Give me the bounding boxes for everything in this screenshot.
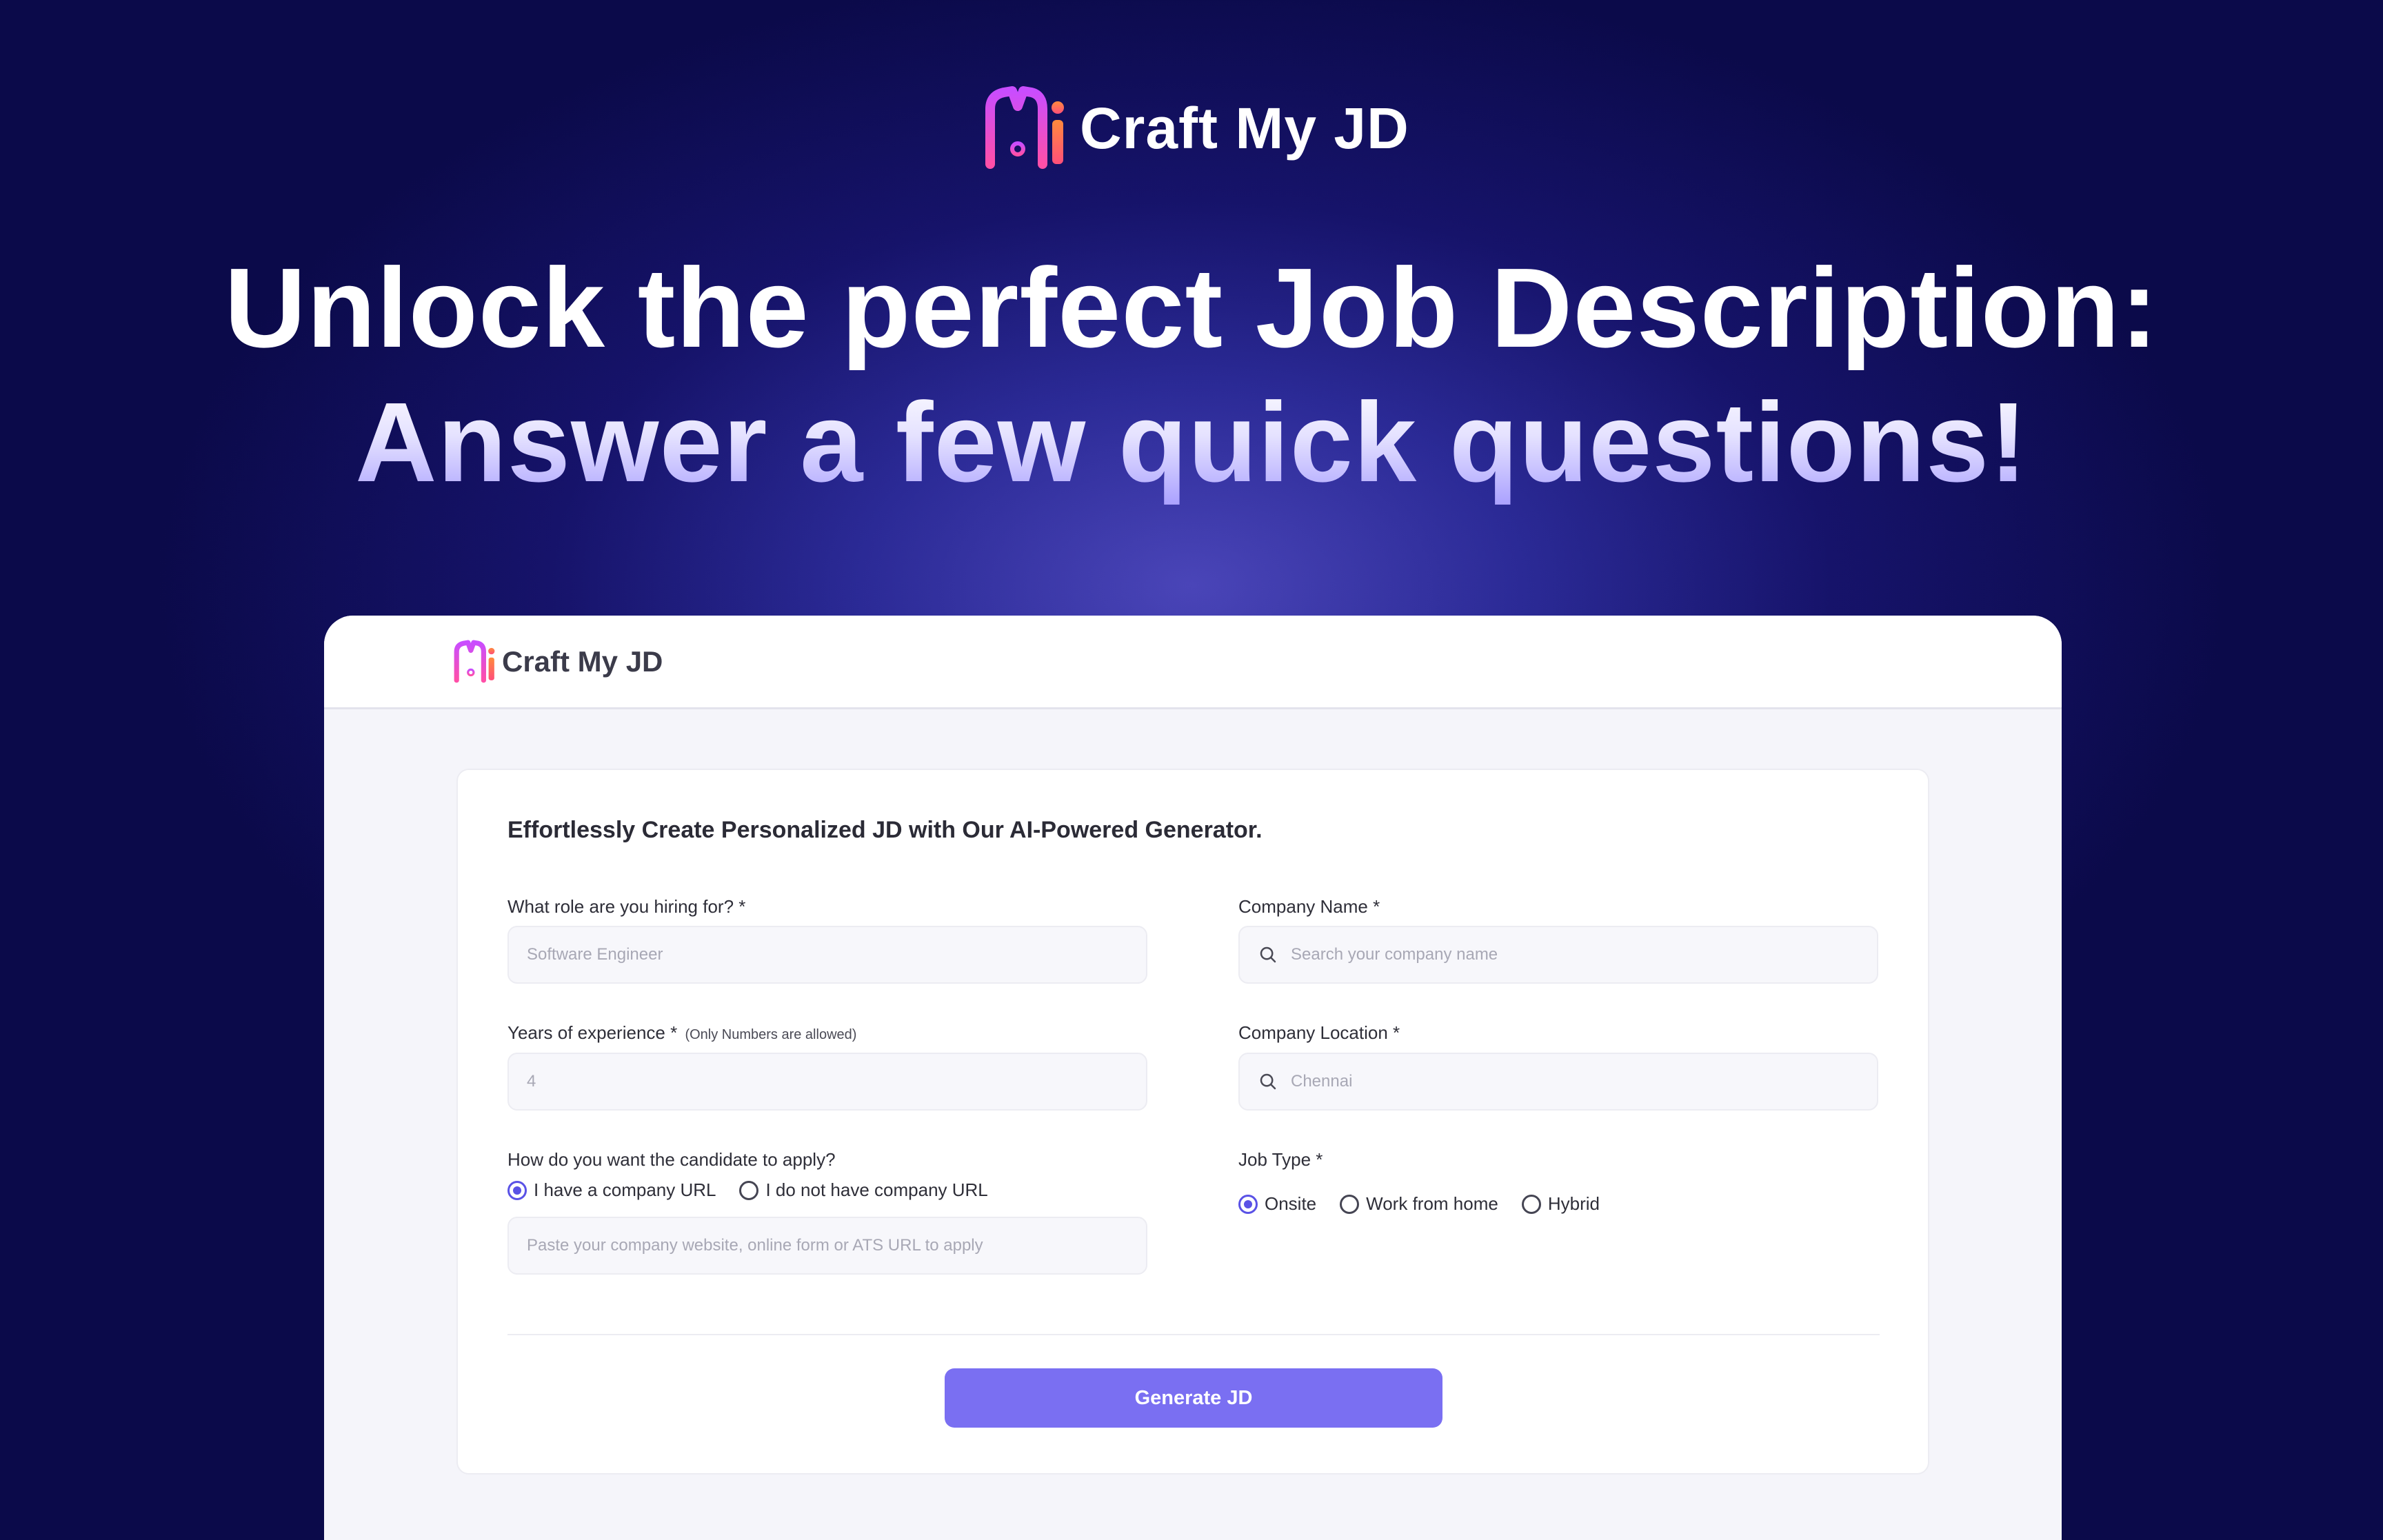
role-placeholder: Software Engineer — [527, 945, 663, 964]
apply-method-label: How do you want the candidate to apply? — [507, 1149, 836, 1170]
hero-logo: Craft My JD — [985, 81, 1409, 175]
company-location-placeholder: Chennai — [1291, 1072, 1353, 1091]
radio-checked[interactable] — [1238, 1194, 1258, 1214]
radio-unchecked[interactable] — [1521, 1194, 1541, 1214]
experience-label: Years of experience * (Only Numbers are … — [507, 1022, 856, 1044]
job-type-option-hybrid[interactable]: Hybrid — [1521, 1193, 1600, 1215]
apply-option-label: I have a company URL — [534, 1179, 716, 1200]
company-name-placeholder: Search your company name — [1291, 945, 1498, 964]
apply-url-input[interactable]: Paste your company website, online form … — [507, 1217, 1147, 1275]
job-type-option-onsite[interactable]: Onsite — [1238, 1193, 1316, 1215]
role-label: What role are you hiring for? * — [507, 896, 746, 917]
hero-brand-name: Craft My JD — [1080, 95, 1409, 161]
headline-line-1: Unlock the perfect Job Description: — [224, 245, 2159, 371]
app-header: Craft My JD — [324, 616, 2062, 709]
app-window: Craft My JD Effortlessly Create Personal… — [324, 616, 2062, 1540]
job-type-option-label: Work from home — [1366, 1193, 1498, 1214]
radio-unchecked[interactable] — [739, 1180, 759, 1200]
apply-option-no-company-url[interactable]: I do not have company URL — [739, 1179, 988, 1201]
job-type-radio-group: Onsite Work from home Hybrid — [1238, 1193, 1623, 1215]
apply-option-label: I do not have company URL — [765, 1179, 988, 1200]
company-location-search-input[interactable]: Chennai — [1238, 1053, 1878, 1111]
job-type-label: Job Type * — [1238, 1149, 1323, 1170]
experience-placeholder: 4 — [527, 1072, 536, 1091]
hero-headline: Unlock the perfect Job Description: Answ… — [0, 243, 2383, 511]
mi-logo-icon[interactable] — [454, 639, 496, 685]
jd-form-card: Effortlessly Create Personalized JD with… — [456, 769, 1929, 1475]
job-type-option-label: Onsite — [1265, 1193, 1317, 1214]
radio-unchecked[interactable] — [1340, 1194, 1360, 1214]
apply-option-company-url[interactable]: I have a company URL — [507, 1179, 716, 1201]
apply-method-radio-group: I have a company URL I do not have compa… — [507, 1179, 1012, 1201]
form-title: Effortlessly Create Personalized JD with… — [507, 817, 1263, 843]
headline-line-2: Answer a few quick questions! — [0, 374, 2383, 511]
company-location-label: Company Location * — [1238, 1022, 1400, 1043]
role-input[interactable]: Software Engineer — [507, 926, 1147, 984]
form-divider — [507, 1334, 1880, 1335]
experience-note: (Only Numbers are allowed) — [685, 1027, 857, 1042]
apply-url-placeholder: Paste your company website, online form … — [527, 1236, 983, 1255]
job-type-option-label: Hybrid — [1547, 1193, 1600, 1214]
search-icon — [1260, 1073, 1276, 1090]
experience-input[interactable]: 4 — [507, 1053, 1147, 1111]
search-icon — [1260, 946, 1276, 963]
app-brand-name[interactable]: Craft My JD — [502, 645, 663, 678]
company-name-label: Company Name * — [1238, 896, 1380, 917]
company-name-search-input[interactable]: Search your company name — [1238, 926, 1878, 984]
job-type-option-work-from-home[interactable]: Work from home — [1340, 1193, 1498, 1215]
experience-label-text: Years of experience * — [507, 1022, 678, 1043]
mi-logo-icon — [985, 86, 1064, 169]
radio-checked[interactable] — [507, 1180, 527, 1200]
generate-jd-button[interactable]: Generate JD — [945, 1368, 1442, 1428]
